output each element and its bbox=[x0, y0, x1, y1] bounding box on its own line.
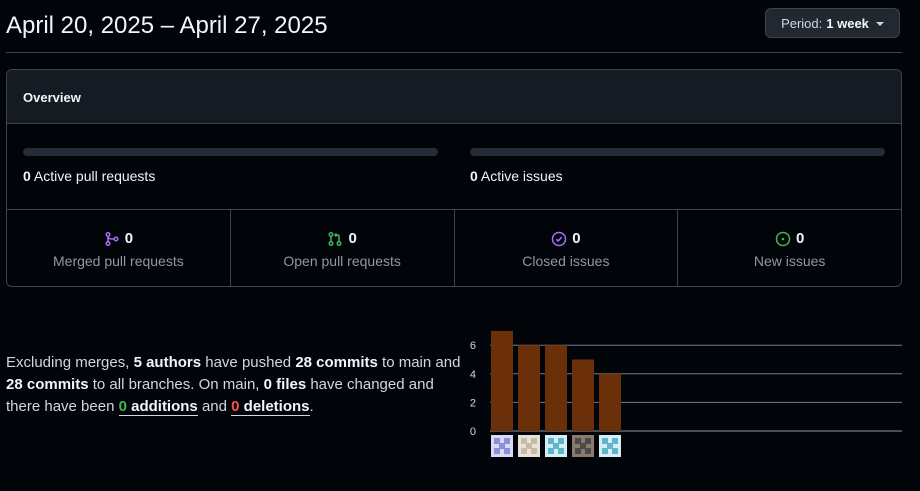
additions-label: additions bbox=[126, 398, 198, 415]
stats-row: 0 Merged pull requests 0 Open pull reque… bbox=[7, 209, 901, 286]
avatar-pattern bbox=[575, 448, 581, 454]
avatar-pattern bbox=[585, 448, 591, 454]
commits-all-count: 28 commits bbox=[6, 376, 89, 393]
commit-summary: Excluding merges, 5 authors have pushed … bbox=[6, 352, 466, 418]
stat-new-issues[interactable]: 0 New issues bbox=[678, 210, 901, 286]
y-tick-label: 6 bbox=[470, 340, 476, 352]
summary-text: to all branches. On main, bbox=[88, 376, 264, 393]
avatar-pattern bbox=[504, 448, 510, 454]
deletions-count: 0 bbox=[231, 398, 240, 415]
y-tick-label: 2 bbox=[470, 397, 476, 409]
new-issues-label: New issues bbox=[753, 253, 826, 269]
avatar-pattern bbox=[548, 448, 554, 454]
y-tick-label: 0 bbox=[470, 426, 476, 438]
avatar-pattern bbox=[494, 448, 500, 454]
overview-header: Overview bbox=[7, 70, 901, 124]
closed-issues-label: Closed issues bbox=[522, 253, 610, 269]
open-prs-label: Open pull requests bbox=[283, 253, 401, 269]
merged-prs-label: Merged pull requests bbox=[53, 253, 184, 269]
active-prs-link[interactable]: 0 Active pull requests bbox=[23, 168, 155, 184]
page-header: April 20, 2025 – April 27, 2025 Period: … bbox=[6, 0, 902, 53]
additions-count: 0 bbox=[118, 398, 127, 415]
chart-bar bbox=[599, 373, 621, 431]
summary-text: Excluding merges, bbox=[6, 354, 134, 371]
active-issues-link[interactable]: 0 Active issues bbox=[470, 168, 563, 184]
active-issues-bar bbox=[470, 148, 885, 156]
deletions-label: deletions bbox=[239, 398, 310, 415]
chart-bar bbox=[572, 359, 594, 431]
authors-count: 5 authors bbox=[133, 354, 202, 371]
period-value: 1 week bbox=[826, 15, 869, 31]
overview-card: Overview 0 Active pull requests 0 Active… bbox=[6, 69, 902, 287]
active-prs-label: Active pull requests bbox=[33, 168, 156, 184]
additions-link[interactable]: 0 additions bbox=[118, 398, 198, 416]
page-title: April 20, 2025 – April 27, 2025 bbox=[6, 12, 328, 39]
summary-text: to main and bbox=[377, 354, 461, 371]
commits-by-author-chart: 0 2 4 6 bbox=[470, 330, 902, 457]
active-prs-count: 0 bbox=[23, 168, 31, 184]
stat-closed-issues[interactable]: 0 Closed issues bbox=[455, 210, 679, 286]
merge-icon bbox=[105, 231, 119, 246]
chart-bar bbox=[491, 330, 513, 431]
merged-prs-count: 0 bbox=[124, 230, 134, 247]
deletions-link[interactable]: 0 deletions bbox=[231, 398, 310, 416]
open-prs-count: 0 bbox=[348, 230, 357, 247]
active-issues-count: 0 bbox=[470, 168, 478, 184]
active-prs-bar bbox=[23, 148, 438, 156]
avatar-pattern bbox=[531, 448, 537, 454]
summary-text: . bbox=[309, 398, 314, 415]
open-pr-icon bbox=[328, 231, 343, 246]
files-count: 0 files bbox=[263, 376, 307, 393]
chart-bar bbox=[545, 345, 567, 431]
avatar-pattern bbox=[558, 448, 564, 454]
period-dropdown-button[interactable]: Period: 1 week bbox=[765, 8, 900, 38]
chart-bar bbox=[518, 345, 540, 431]
commits-main-count: 28 commits bbox=[295, 354, 378, 371]
closed-issues-count: 0 bbox=[572, 230, 581, 247]
summary-text: and bbox=[197, 398, 232, 415]
summary-text: have pushed bbox=[201, 354, 296, 371]
avatar-pattern bbox=[602, 448, 608, 454]
caret-down-icon bbox=[875, 21, 884, 26]
closed-issue-icon bbox=[551, 231, 567, 246]
y-tick-label: 4 bbox=[470, 369, 476, 381]
overview-title: Overview bbox=[23, 90, 81, 105]
active-issues-label: Active issues bbox=[480, 168, 563, 184]
stat-merged-prs[interactable]: 0 Merged pull requests bbox=[7, 210, 231, 286]
stat-open-prs[interactable]: 0 Open pull requests bbox=[231, 210, 455, 286]
period-label: Period: bbox=[781, 15, 823, 31]
new-issue-icon bbox=[775, 231, 791, 246]
new-issues-count: 0 bbox=[795, 230, 805, 247]
avatar-pattern bbox=[521, 448, 527, 454]
avatar-pattern bbox=[612, 448, 618, 454]
